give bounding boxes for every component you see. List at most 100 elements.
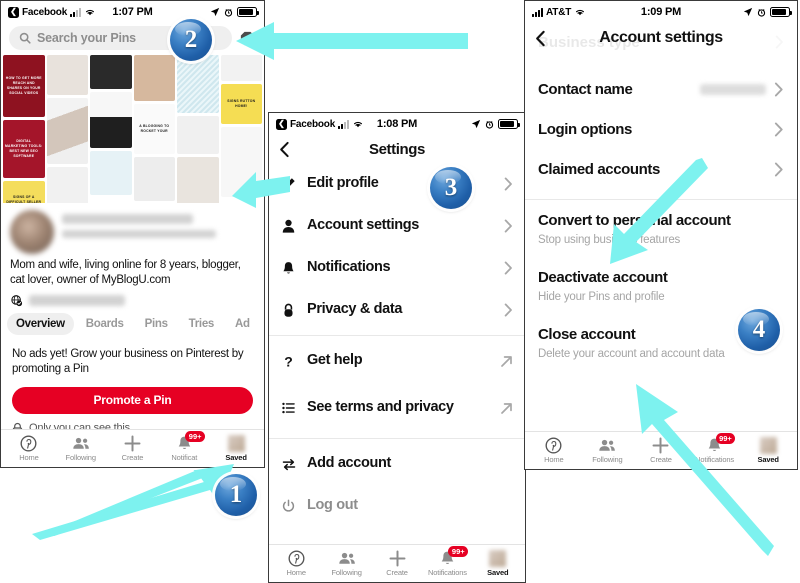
- pin-thumbnail[interactable]: [177, 55, 219, 113]
- account-action-convert-to-personal[interactable]: Convert to personal account Stop using b…: [525, 206, 797, 257]
- pin-thumbnail[interactable]: [90, 151, 132, 195]
- people-icon: [598, 437, 616, 454]
- tab-notifications[interactable]: 99+ Notificat: [158, 431, 210, 462]
- swap-icon: [281, 458, 296, 471]
- pinterest-icon: [288, 550, 305, 567]
- status-time: 1:09 PM: [640, 6, 682, 18]
- pin-thumbnail[interactable]: [133, 55, 175, 101]
- back-chevron-icon[interactable]: [279, 141, 290, 158]
- back-to-app-icon[interactable]: ❮: [276, 118, 287, 130]
- tab-following[interactable]: Following: [581, 437, 635, 464]
- tab-following-label: Following: [65, 453, 96, 462]
- tab-ads[interactable]: Ad: [226, 313, 259, 335]
- tab-overview[interactable]: Overview: [7, 312, 74, 335]
- tab-create[interactable]: Create: [107, 435, 159, 462]
- settings-item-see-terms-and-privacy[interactable]: See terms and privacy: [269, 382, 525, 434]
- account-row-login-options[interactable]: Login options: [525, 109, 797, 149]
- account-row-label: Login options: [538, 120, 632, 138]
- pin-thumbnail[interactable]: [177, 157, 219, 203]
- pin-caption: SIGNS OF A DIFFICULT SELLER: [6, 194, 42, 203]
- saved-avatar: [759, 437, 777, 454]
- tab-saved-label: Saved: [225, 453, 247, 462]
- ad-promo-copy: No ads yet! Grow your business on Pinter…: [12, 347, 244, 376]
- pin-thumbnail[interactable]: [46, 167, 88, 203]
- pin-thumbnail[interactable]: [46, 98, 88, 164]
- annotation-arrow-to-gear: [236, 22, 468, 60]
- back-app-name: Facebook: [22, 6, 68, 18]
- avatar[interactable]: [10, 210, 54, 254]
- profile-name-redacted: [62, 210, 255, 238]
- tab-saved[interactable]: Saved: [473, 550, 523, 577]
- tab-create[interactable]: Create: [634, 437, 688, 464]
- account-action-deactivate[interactable]: Deactivate account Hide your Pins and pr…: [525, 257, 797, 314]
- tab-home-label: Home: [286, 568, 307, 577]
- promote-a-pin-button[interactable]: Promote a Pin: [12, 386, 253, 414]
- settings-item-add-account[interactable]: Add account: [269, 443, 525, 485]
- tab-following-label: Following: [592, 455, 623, 464]
- tab-home[interactable]: Home: [271, 550, 321, 577]
- account-row-claimed-accounts[interactable]: Claimed accounts: [525, 149, 797, 189]
- pin-thumbnail[interactable]: [220, 127, 262, 197]
- list-icon: [281, 402, 296, 414]
- chevron-right-icon: [774, 82, 783, 96]
- plus-icon: [389, 550, 406, 567]
- gear-icon[interactable]: [239, 30, 256, 47]
- settings-item-account-settings[interactable]: Account settings: [269, 205, 525, 247]
- tab-boards[interactable]: Boards: [77, 313, 133, 335]
- pin-thumbnail[interactable]: A Blogging To Rocket Your: [133, 104, 175, 154]
- pin-thumbnail[interactable]: HOW TO GET MORE REACH AND SHARES ON YOUR…: [3, 55, 45, 117]
- pinterest-icon: [545, 437, 562, 454]
- chevron-right-icon: [500, 261, 513, 275]
- settings-item-privacy-data[interactable]: Privacy & data: [269, 289, 525, 331]
- tab-following[interactable]: Following: [321, 550, 371, 577]
- account-action-label: Close account: [538, 325, 636, 343]
- lock-icon: [281, 303, 296, 318]
- tab-saved[interactable]: Saved: [210, 435, 262, 462]
- settings-item-get-help[interactable]: ? Get help: [269, 340, 525, 382]
- saved-avatar: [227, 435, 245, 452]
- tab-saved[interactable]: Saved: [741, 437, 795, 464]
- step-badge-4: 4: [738, 309, 780, 351]
- tab-following[interactable]: Following: [55, 435, 107, 462]
- status-bar-panel1: ❮ Facebook 1:07 PM: [1, 1, 264, 23]
- phone-panel-account-settings: AT&T 1:09 PM Account settings Business: [524, 0, 798, 470]
- tab-notifications[interactable]: 99+ Notifications: [422, 546, 472, 577]
- chevron-right-icon: [500, 177, 513, 191]
- pin-thumbnail[interactable]: [90, 92, 132, 148]
- pin-thumbnail[interactable]: SIGNS RUTTON HOME!: [220, 84, 262, 124]
- tab-home[interactable]: Home: [527, 437, 581, 464]
- settings-item-notifications[interactable]: Notifications: [269, 247, 525, 289]
- tab-tries[interactable]: Tries: [180, 313, 223, 335]
- step-badge-3: 3: [430, 167, 472, 209]
- settings-item-label: Get help: [307, 352, 363, 369]
- pin-column: SIGNS RUTTON HOME!: [220, 55, 262, 203]
- pin-thumbnail[interactable]: [177, 116, 219, 154]
- tab-create-label: Create: [650, 455, 672, 464]
- back-to-app-icon[interactable]: ❮: [8, 6, 19, 18]
- tab-pins[interactable]: Pins: [136, 313, 177, 335]
- question-icon: ?: [281, 354, 296, 369]
- pin-thumbnail[interactable]: [90, 55, 132, 89]
- settings-item-label: Notifications: [307, 259, 391, 276]
- status-left-group: ❮ Facebook: [276, 118, 364, 130]
- settings-item-log-out[interactable]: Log out: [269, 485, 525, 527]
- pin-thumbnail[interactable]: [46, 55, 88, 95]
- website-row[interactable]: [1, 289, 264, 307]
- pin-thumbnail[interactable]: DIGITAL MARKETING TOOLS: BEST NEW SEO SO…: [3, 120, 45, 178]
- pin-thumbnail[interactable]: [220, 55, 262, 81]
- tab-notifications[interactable]: 99+ Notifications: [688, 433, 742, 464]
- pin-thumbnail[interactable]: [133, 157, 175, 201]
- account-row-label: Contact name: [538, 80, 633, 98]
- saved-avatar: [489, 550, 507, 567]
- status-bar-panel3: AT&T 1:09 PM: [525, 1, 797, 23]
- settings-item-edit-profile[interactable]: Edit profile: [269, 163, 525, 205]
- tab-home[interactable]: Home: [3, 435, 55, 462]
- pin-grid[interactable]: HOW TO GET MORE REACH AND SHARES ON YOUR…: [1, 55, 264, 203]
- pin-column: HOW TO GET MORE REACH AND SHARES ON YOUR…: [3, 55, 45, 203]
- account-row-contact-name[interactable]: Contact name: [525, 69, 797, 109]
- pin-thumbnail[interactable]: SIGNS OF A DIFFICULT SELLER: [3, 181, 45, 203]
- account-settings-navbar: Account settings: [525, 23, 797, 53]
- tab-create[interactable]: Create: [372, 550, 422, 577]
- back-chevron-icon[interactable]: [535, 30, 546, 47]
- pin-column: [177, 55, 219, 203]
